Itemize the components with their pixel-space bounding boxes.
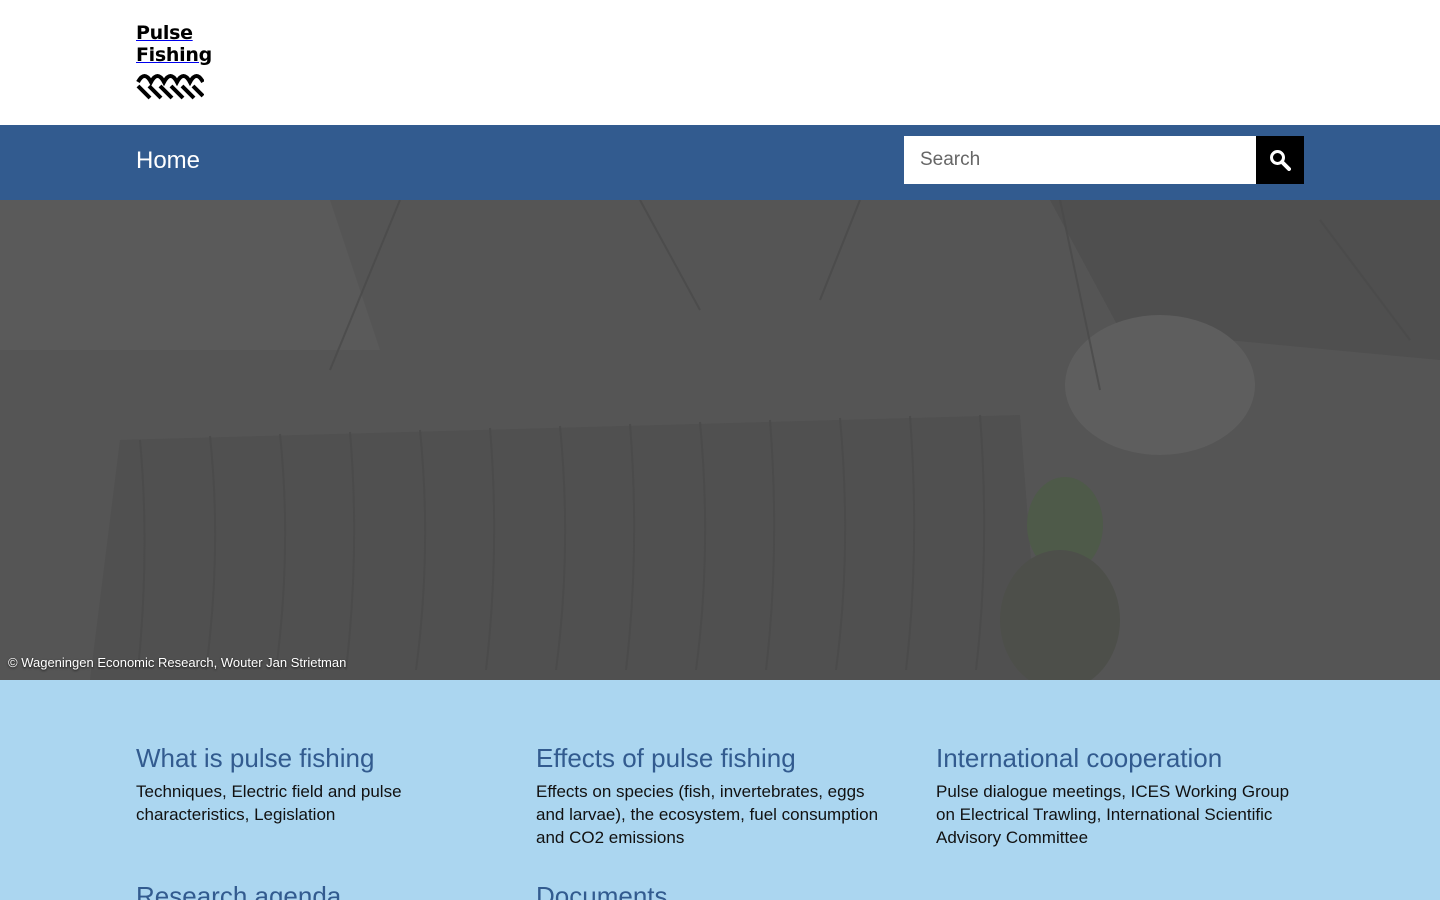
tile-title: What is pulse fishing [136,743,375,773]
search-input[interactable] [904,136,1256,184]
tile-effects-of-pulse-fishing[interactable]: Effects of pulse fishing Effects on spec… [536,742,896,849]
tile-title: Documents [536,881,668,900]
tile-title: Effects of pulse fishing [536,743,796,773]
pulse-fishing-logo[interactable]: Pulse Fishing [136,22,212,100]
tile-research-agenda[interactable]: Research agenda [136,880,496,900]
logo-line-1: Pulse [136,22,193,44]
tile-title: International cooperation [936,743,1223,773]
tile-description: Pulse dialogue meetings, ICES Working Gr… [936,782,1290,847]
tile-documents[interactable]: Documents [536,880,896,900]
waves-icon [136,74,204,100]
nav-home-link[interactable]: Home [136,145,200,177]
search-icon [1270,150,1291,171]
tile-description: Effects on species (fish, invertebrates,… [536,782,879,847]
tile-description: Techniques, Electric field and pulse cha… [136,782,402,824]
site-header: Pulse Fishing [0,0,1440,125]
tile-what-is-pulse-fishing[interactable]: What is pulse fishing Techniques, Electr… [136,742,496,826]
search-button[interactable] [1256,136,1304,184]
main-navbar: Home [0,125,1440,200]
hero-image: © Wageningen Economic Research, Wouter J… [0,200,1440,680]
fishing-net-photo [0,200,1440,680]
tile-title: Research agenda [136,881,342,900]
topic-tiles: What is pulse fishing Techniques, Electr… [0,680,1440,900]
logo-line-2: Fishing [136,44,212,66]
photo-credit: © Wageningen Economic Research, Wouter J… [8,655,347,670]
tile-international-cooperation[interactable]: International cooperation Pulse dialogue… [936,742,1296,849]
